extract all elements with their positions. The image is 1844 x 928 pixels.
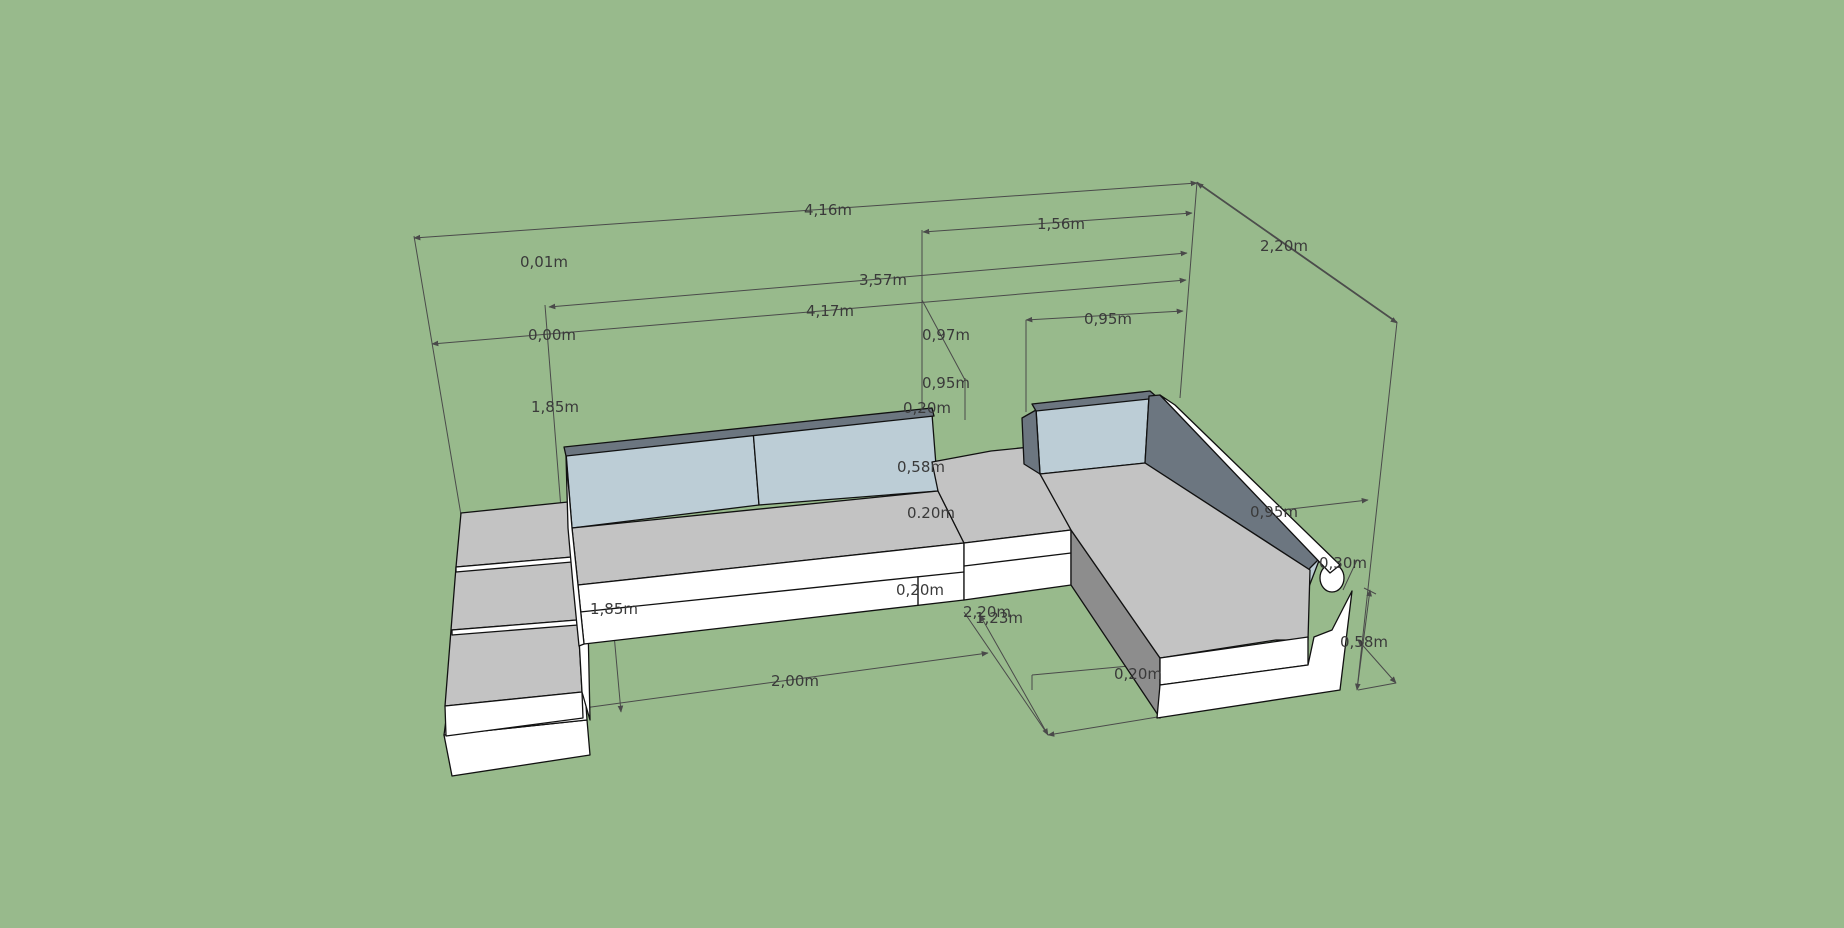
sofa-3d-drawing: 4,16m 1,56m 2,20m 0,01m 3,57m 4,17m 0,00… bbox=[413, 180, 1398, 777]
dim-label-185-left: 1,85m bbox=[531, 398, 579, 416]
dim-label-357: 3,57m bbox=[859, 271, 907, 289]
dim-label-020-d: 0,20m bbox=[1114, 665, 1162, 683]
dim-label-200: 2,00m bbox=[771, 672, 819, 690]
dim-label-095-top: 0,95m bbox=[1084, 310, 1132, 328]
dim-label-185-bottom: 1,85m bbox=[590, 600, 638, 618]
dim-label-020-b: 0.20m bbox=[907, 504, 955, 522]
dim-label-020-a: 0,20m bbox=[903, 399, 951, 417]
dim-label-220-top: 2,20m bbox=[1260, 237, 1308, 255]
dim-label-020-c: 0,20m bbox=[896, 581, 944, 599]
center-block-front bbox=[963, 529, 1072, 601]
dim-label-417: 4,17m bbox=[806, 302, 854, 320]
dim-label-095-right: 0,95m bbox=[1250, 503, 1298, 521]
left-chaise-seat-1 bbox=[455, 501, 573, 568]
dim-label-416: 4,16m bbox=[804, 201, 852, 219]
left-chaise bbox=[443, 501, 591, 777]
dim-label-058-mid: 0,58m bbox=[897, 458, 945, 476]
right-corner-module bbox=[1021, 390, 1353, 719]
dim-label-001: 0,01m bbox=[520, 253, 568, 271]
dim-label-123: 1,23m bbox=[975, 609, 1023, 627]
dim-label-156: 1,56m bbox=[1037, 215, 1085, 233]
dim-label-030: 0,30m bbox=[1319, 554, 1367, 572]
dim-label-097: 0,97m bbox=[922, 326, 970, 344]
dim-label-000: 0,00m bbox=[528, 326, 576, 344]
dim-label-058-right: 0,58m bbox=[1340, 633, 1388, 651]
dim-label-095-mid: 0,95m bbox=[922, 374, 970, 392]
